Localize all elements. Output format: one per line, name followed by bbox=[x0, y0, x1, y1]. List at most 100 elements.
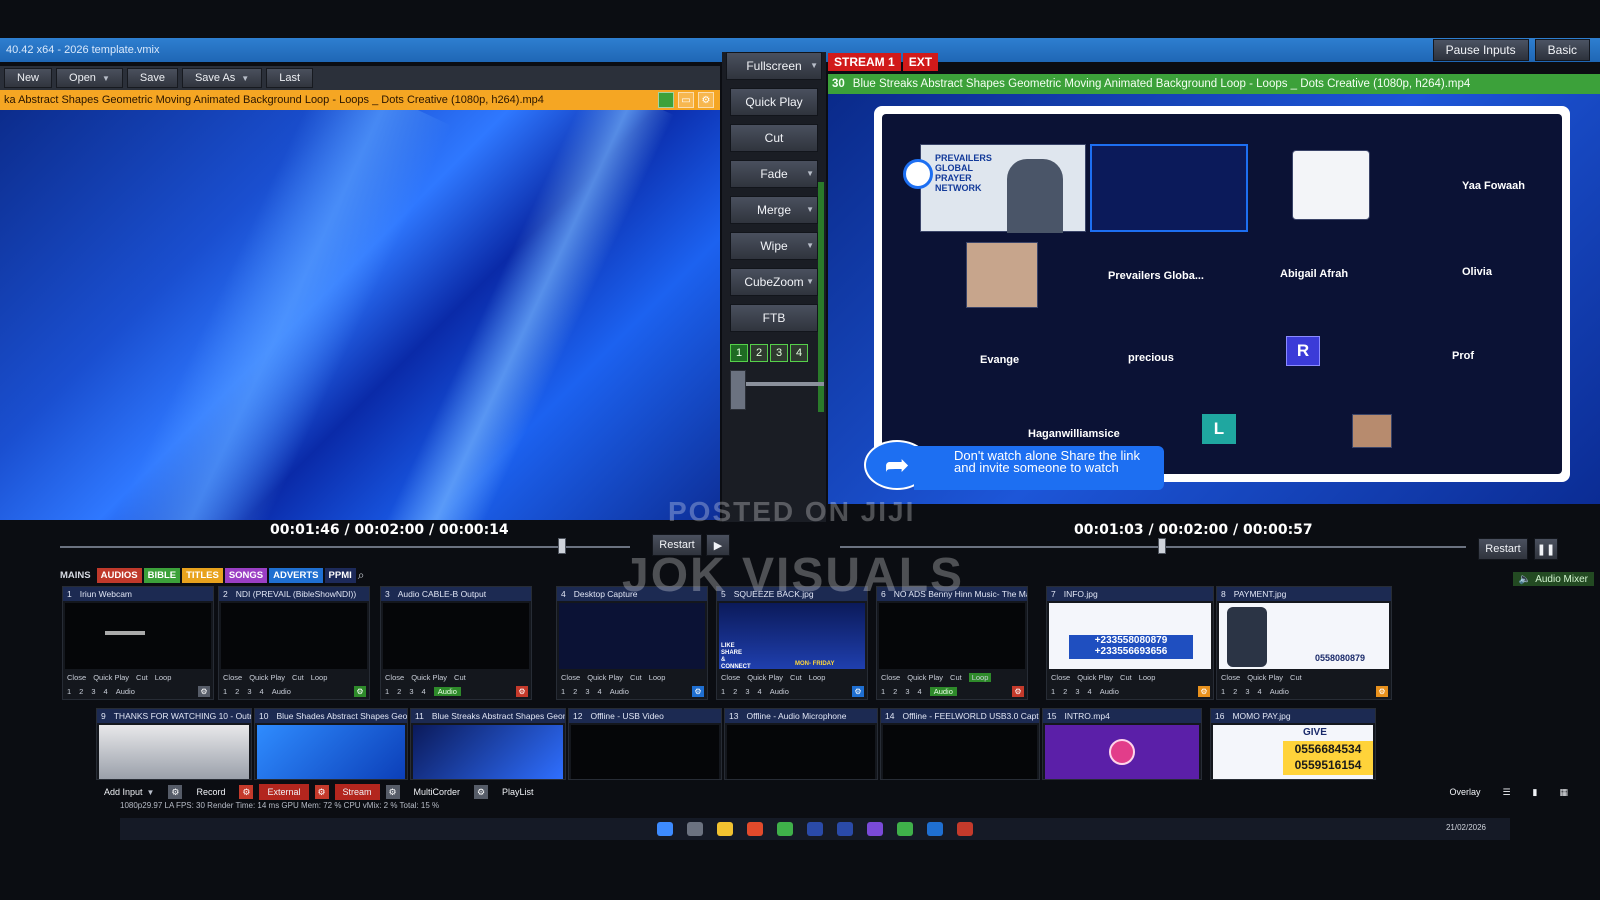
quick-play-button[interactable]: Quick Play bbox=[1247, 673, 1283, 682]
audio-button[interactable]: Audio bbox=[116, 687, 135, 696]
overlay-3[interactable]: 3 bbox=[247, 687, 251, 696]
last-button[interactable]: Last bbox=[266, 68, 314, 88]
app-icon[interactable] bbox=[747, 822, 763, 836]
fade-button[interactable]: Fade ▼ bbox=[730, 160, 818, 188]
loop-button[interactable]: Loop bbox=[809, 673, 826, 682]
overlay-2[interactable]: 2 bbox=[733, 687, 737, 696]
stream-button[interactable]: Stream bbox=[334, 784, 380, 800]
audio-button[interactable]: Audio bbox=[1270, 687, 1289, 696]
loop-button[interactable]: Loop bbox=[155, 673, 172, 682]
gear-icon[interactable]: ⚙ bbox=[1376, 686, 1388, 697]
window-icon[interactable]: ▭ bbox=[678, 92, 694, 108]
app-icon[interactable] bbox=[897, 822, 913, 836]
gear-icon[interactable]: ⚙ bbox=[852, 686, 864, 697]
close-button[interactable]: Close bbox=[1221, 673, 1240, 682]
input-2[interactable]: 2 NDI (PREVAIL (BibleShowNDI)) Close Quick… bbox=[218, 586, 370, 700]
overlay-4[interactable]: 4 bbox=[260, 687, 264, 696]
quick-play-button[interactable]: Quick Play bbox=[730, 88, 818, 116]
input-thumbnail[interactable] bbox=[727, 725, 875, 779]
gear-icon[interactable]: ⚙ bbox=[239, 785, 254, 799]
input-thumbnail[interactable] bbox=[221, 603, 367, 669]
audio-button[interactable]: Audio bbox=[610, 687, 629, 696]
close-button[interactable]: Close bbox=[1051, 673, 1070, 682]
cut-button[interactable]: Cut bbox=[1120, 673, 1132, 682]
new-button[interactable]: New bbox=[4, 68, 53, 88]
gear-icon[interactable]: ⚙ bbox=[314, 785, 329, 799]
save-as-button[interactable]: Save As ▼ bbox=[181, 68, 263, 88]
quick-play-button[interactable]: Quick Play bbox=[1077, 673, 1113, 682]
audio-button[interactable]: Audio bbox=[1100, 687, 1119, 696]
quick-play-button[interactable]: Quick Play bbox=[747, 673, 783, 682]
grid-icon[interactable]: ▦ bbox=[1551, 784, 1576, 800]
tab-ppmi[interactable]: PPMI bbox=[324, 568, 356, 583]
overlay-2[interactable]: 2 bbox=[235, 687, 239, 696]
cut-button[interactable]: Cut bbox=[630, 673, 642, 682]
save-button[interactable]: Save bbox=[126, 68, 178, 88]
app-icon[interactable] bbox=[837, 822, 853, 836]
close-button[interactable]: Close bbox=[721, 673, 740, 682]
overlay-4[interactable]: 4 bbox=[1088, 687, 1092, 696]
cut-button[interactable]: Cut bbox=[950, 673, 962, 682]
transition-number-3[interactable]: 3 bbox=[770, 344, 788, 362]
close-button[interactable]: Close bbox=[881, 673, 900, 682]
input-thumbnail[interactable] bbox=[257, 725, 405, 779]
overlay-2[interactable]: 2 bbox=[893, 687, 897, 696]
gear-icon[interactable]: ⚙ bbox=[692, 686, 704, 697]
tab-bible[interactable]: BIBLE bbox=[143, 568, 181, 583]
wipe-button[interactable]: Wipe ▼ bbox=[730, 232, 818, 260]
tab-audios[interactable]: AUDIOS bbox=[96, 568, 142, 583]
browser-icon[interactable] bbox=[777, 822, 793, 836]
overlay-2[interactable]: 2 bbox=[1233, 687, 1237, 696]
quick-play-button[interactable]: Quick Play bbox=[907, 673, 943, 682]
overlay-3[interactable]: 3 bbox=[409, 687, 413, 696]
input-thumbnail[interactable] bbox=[883, 725, 1037, 779]
input-14[interactable]: 14 Offline - FEELWORLD USB3.0 Captu bbox=[880, 708, 1040, 780]
tab-titles[interactable]: TITLES bbox=[182, 568, 223, 583]
input-9[interactable]: 9 THANKS FOR WATCHING 10 - Outr bbox=[96, 708, 252, 780]
input-11[interactable]: 11 Blue Streaks Abstract Shapes Geome bbox=[410, 708, 566, 780]
overlay-3[interactable]: 3 bbox=[1075, 687, 1079, 696]
merge-button[interactable]: Merge ▼ bbox=[730, 196, 818, 224]
vmix-icon[interactable] bbox=[927, 822, 943, 836]
menu-icon[interactable]: ☰ bbox=[1494, 784, 1518, 800]
overlay-3[interactable]: 3 bbox=[905, 687, 909, 696]
overlay-1[interactable]: 1 bbox=[1051, 687, 1055, 696]
external-button[interactable]: External bbox=[259, 784, 309, 800]
ftb-button[interactable]: FTB bbox=[730, 304, 818, 332]
fullscreen-button[interactable]: Fullscreen ▼ bbox=[726, 52, 822, 80]
tab-songs[interactable]: SONGS bbox=[224, 568, 268, 583]
app-icon[interactable] bbox=[957, 822, 973, 836]
overlay-4[interactable]: 4 bbox=[918, 687, 922, 696]
pause-icon[interactable]: ❚❚ bbox=[1534, 538, 1558, 560]
quick-play-button[interactable]: Quick Play bbox=[249, 673, 285, 682]
preview-monitor[interactable] bbox=[0, 110, 720, 520]
overlay-1[interactable]: 1 bbox=[1221, 687, 1225, 696]
overlay-1[interactable]: 1 bbox=[881, 687, 885, 696]
overlay-1[interactable]: 1 bbox=[223, 687, 227, 696]
tab-adverts[interactable]: ADVERTS bbox=[269, 568, 323, 583]
input-10[interactable]: 10 Blue Shades Abstract Shapes Geome bbox=[254, 708, 408, 780]
app-icon[interactable] bbox=[807, 822, 823, 836]
preview-timeline[interactable] bbox=[60, 546, 630, 548]
loop-button[interactable]: Loop bbox=[1139, 673, 1156, 682]
input-thumbnail[interactable] bbox=[571, 725, 719, 779]
cut-button[interactable]: Cut bbox=[730, 124, 818, 152]
overlay-1[interactable]: 1 bbox=[721, 687, 725, 696]
input-5[interactable]: 5 SQUEEZE BACK.jpg LIKE SHARE & CONNECT M… bbox=[716, 586, 868, 700]
start-icon[interactable] bbox=[657, 822, 673, 836]
overlay-4[interactable]: 4 bbox=[758, 687, 762, 696]
input-12[interactable]: 12 Offline - USB Video bbox=[568, 708, 722, 780]
loop-button[interactable]: Loop bbox=[968, 672, 992, 682]
chart-icon[interactable]: ▮ bbox=[1525, 784, 1546, 800]
search-icon[interactable] bbox=[687, 822, 703, 836]
playlist-button[interactable]: PlayList bbox=[494, 784, 542, 800]
close-button[interactable]: Close bbox=[561, 673, 580, 682]
input-thumbnail[interactable] bbox=[879, 603, 1025, 669]
quick-play-button[interactable]: Quick Play bbox=[411, 673, 447, 682]
cut-button[interactable]: Cut bbox=[292, 673, 304, 682]
output-monitor[interactable]: PREVAILERS GLOBAL PRAYER NETWORK Yaa Fow… bbox=[828, 94, 1600, 504]
record-button[interactable]: Record bbox=[188, 784, 233, 800]
input-8[interactable]: 8 PAYMENT.jpg 0558080879 Close Quick Play C… bbox=[1216, 586, 1392, 700]
input-thumbnail[interactable]: 0558080879 bbox=[1219, 603, 1389, 669]
cubezoom-button[interactable]: CubeZoom ▼ bbox=[730, 268, 818, 296]
